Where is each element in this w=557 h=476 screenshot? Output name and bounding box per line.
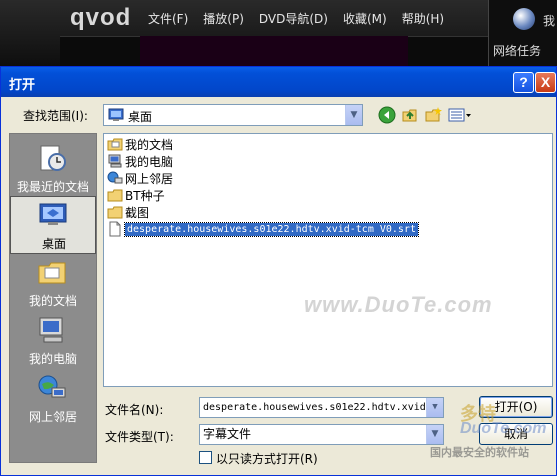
look-in-value: 桌面 [128,110,153,124]
qvod-menu-play[interactable]: 播放(P) [203,10,244,27]
list-item-label: desperate.housewives.s01e22.hdtv.xvid-tc… [124,221,419,237]
folder-icon [107,206,123,219]
up-folder-icon[interactable] [401,106,419,124]
qvod-progress-area [140,36,408,66]
list-item-my-computer[interactable]: 我的电脑 [107,153,173,169]
list-item-screenshot-folder[interactable]: 截图 [107,204,149,220]
filetype-label: 文件类型(T): [105,430,174,444]
filetype-value: 字幕文件 [203,427,252,441]
qvod-menu-dvd[interactable]: DVD导航(D) [259,10,328,27]
list-item-label: 我的电脑 [125,154,174,169]
look-in-combo[interactable]: 桌面 ▼ [103,104,363,126]
qvod-side-panel: 我 网络任务 [488,0,557,66]
filename-field[interactable]: desperate.housewives.s01e22.hdtv.xvid ▼ [199,397,444,418]
new-folder-icon[interactable] [424,106,442,124]
help-button[interactable]: ? [513,72,534,93]
filetype-select[interactable]: 字幕文件 ▼ [199,424,444,445]
watermark: www.DuoTe.com [304,292,493,317]
qvod-menu-help[interactable]: 帮助(H) [402,10,444,27]
qvod-menu-favorites[interactable]: 收藏(M) [343,10,387,27]
logo-line-3: 国内最安全的软件站 [430,447,529,459]
my-computer-icon [108,154,122,168]
place-my-computer[interactable]: 我的电脑 [10,312,96,370]
places-bar: 我最近的文档 桌面 我的文档 我的电脑 网上邻居 [9,133,97,463]
list-item-label: 我的文档 [125,137,174,152]
filename-label: 文件名(N): [105,403,164,417]
view-menu-icon[interactable] [448,106,472,124]
place-label: 桌面 [41,237,66,251]
close-button[interactable]: X [535,72,556,93]
place-label: 我的文档 [28,294,77,308]
site-logo-watermark: 多特 DuoTe.com 国内最安全的软件站 [430,400,557,476]
qvod-network-tasks[interactable]: 网络任务 [493,42,541,59]
file-list[interactable]: 我的文档 我的电脑 网上邻居 BT种子 截图 desperate.housewi… [103,133,553,387]
globe-icon[interactable] [513,8,535,30]
dialog-titlebar[interactable]: 打开 ? X [1,67,556,97]
place-label: 我的电脑 [28,352,77,366]
place-label: 网上邻居 [28,410,77,424]
place-desktop[interactable]: 桌面 [10,196,96,254]
logo-line-2: DuoTe.com [460,420,547,437]
network-places-icon [38,375,66,398]
readonly-label: 以只读方式打开(R) [216,452,318,466]
network-places-icon [107,171,123,184]
list-item-label: BT种子 [125,188,165,203]
look-in-label: 查找范围(I): [23,109,88,123]
qvod-side-text: 我 [543,14,556,28]
list-item-bt-folder[interactable]: BT种子 [107,187,165,203]
place-network[interactable]: 网上邻居 [10,370,96,428]
back-icon[interactable] [378,106,396,124]
list-item-label: 截图 [125,205,150,220]
chevron-down-icon[interactable]: ▼ [345,105,362,125]
qvod-player-window: qvod 文件(F) 播放(P) DVD导航(D) 收藏(M) 帮助(H) 我 … [0,0,557,66]
qvod-menu-file[interactable]: 文件(F) [148,10,188,27]
list-item-subtitle-file[interactable]: desperate.housewives.s01e22.hdtv.xvid-tc… [107,221,419,237]
desktop-icon [108,108,124,121]
readonly-checkbox[interactable] [199,451,212,464]
place-my-documents[interactable]: 我的文档 [10,254,96,312]
my-documents-icon [107,138,123,151]
desktop-icon [39,203,67,225]
my-computer-icon [39,317,63,343]
my-documents-icon [38,262,66,284]
qvod-menu-bar: 文件(F) 播放(P) DVD导航(D) 收藏(M) 帮助(H) [148,10,459,27]
folder-icon [107,189,123,202]
list-item-label: 网上邻居 [125,171,174,186]
qvod-logo: qvod [70,4,132,31]
recent-documents-icon [40,145,66,171]
list-item-my-documents[interactable]: 我的文档 [107,136,173,152]
place-label: 我最近的文档 [16,180,89,194]
dialog-title: 打开 [9,78,36,93]
place-recent-documents[interactable]: 我最近的文档 [10,140,96,198]
filename-value: desperate.housewives.s01e22.hdtv.xvid [203,402,426,413]
file-icon [109,221,121,237]
list-item-network-places[interactable]: 网上邻居 [107,170,173,186]
